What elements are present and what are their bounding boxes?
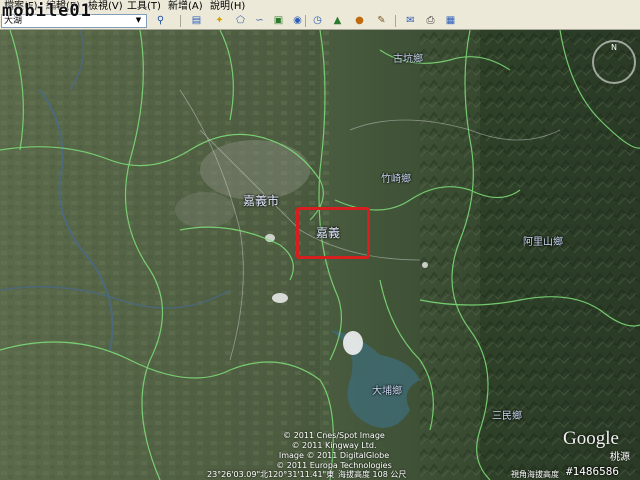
print-icon[interactable]: ⎙ (423, 14, 438, 28)
map-view[interactable]: 古坑鄉 竹崎鄉 嘉義市 嘉義 阿里山鄉 大埔鄉 三民鄉 N © 2011 Cne… (0, 30, 640, 480)
copyright-line: © 2011 Kingway Ltd. (291, 441, 377, 450)
path-icon[interactable]: ∽ (252, 14, 267, 28)
eye-altitude-readout: 視角海拔高度 (511, 470, 559, 479)
place-label-sanmin: 三民鄉 (492, 411, 522, 422)
place-label-alishan: 阿里山鄉 (523, 237, 563, 248)
longitude-readout: 120°31'11.41"東 (268, 470, 335, 479)
placemark-icon[interactable]: ✦ (212, 14, 227, 28)
imagery-copyright: © 2011 Cnes/Spot Image © 2011 Kingway Lt… (264, 431, 404, 471)
search-icon[interactable]: ⚲ (153, 14, 168, 28)
email-icon[interactable]: ✉ (403, 14, 418, 28)
place-label-zhuqi: 竹崎鄉 (381, 174, 411, 185)
record-tour-icon[interactable]: ◉ (290, 14, 305, 28)
site-watermark-logo: mobile01 (2, 1, 92, 21)
toolbar-divider (180, 15, 181, 27)
historical-imagery-icon[interactable]: ◷ (310, 14, 325, 28)
planet-icon[interactable]: ● (352, 14, 367, 28)
copyright-line: © 2011 Cnes/Spot Image (283, 431, 385, 440)
toolbar-divider (395, 15, 396, 27)
highlight-rectangle (296, 207, 370, 259)
menu-help[interactable]: 說明(H) (208, 0, 247, 13)
chevron-down-icon[interactable]: ▼ (134, 15, 143, 26)
menu-add[interactable]: 新增(A) (166, 0, 205, 13)
sunlight-icon[interactable]: ▲ (330, 14, 345, 28)
toolbar-divider (305, 15, 306, 27)
north-indicator-icon: N (611, 43, 617, 52)
place-label-chiayi-city: 嘉義市 (243, 194, 280, 208)
sidebar-icon[interactable]: ▤ (189, 14, 204, 28)
overlay-icon[interactable]: ▣ (271, 14, 286, 28)
elevation-readout: 海拔高度 108 公尺 (338, 470, 407, 479)
polygon-icon[interactable]: ⬠ (233, 14, 248, 28)
google-logo: Google (563, 428, 619, 449)
place-label-gukeng: 古坑鄉 (393, 54, 423, 65)
maps-icon[interactable]: ▦ (443, 14, 458, 28)
navigation-compass-icon[interactable]: N (592, 40, 636, 84)
place-label-taoyuan: 桃源 (610, 452, 630, 463)
post-id-watermark: #1486586 (566, 465, 619, 478)
copyright-line: Image © 2011 DigitalGlobe (278, 451, 390, 460)
latitude-readout: 23°26'03.09"北 (207, 470, 269, 479)
status-bar: 23°26'03.09"北 120°31'11.41"東 海拔高度 108 公尺… (0, 469, 640, 480)
place-label-dapu: 大埔鄉 (372, 386, 402, 397)
menu-tools[interactable]: 工具(T) (125, 0, 163, 13)
ruler-icon[interactable]: ✎ (374, 14, 389, 28)
